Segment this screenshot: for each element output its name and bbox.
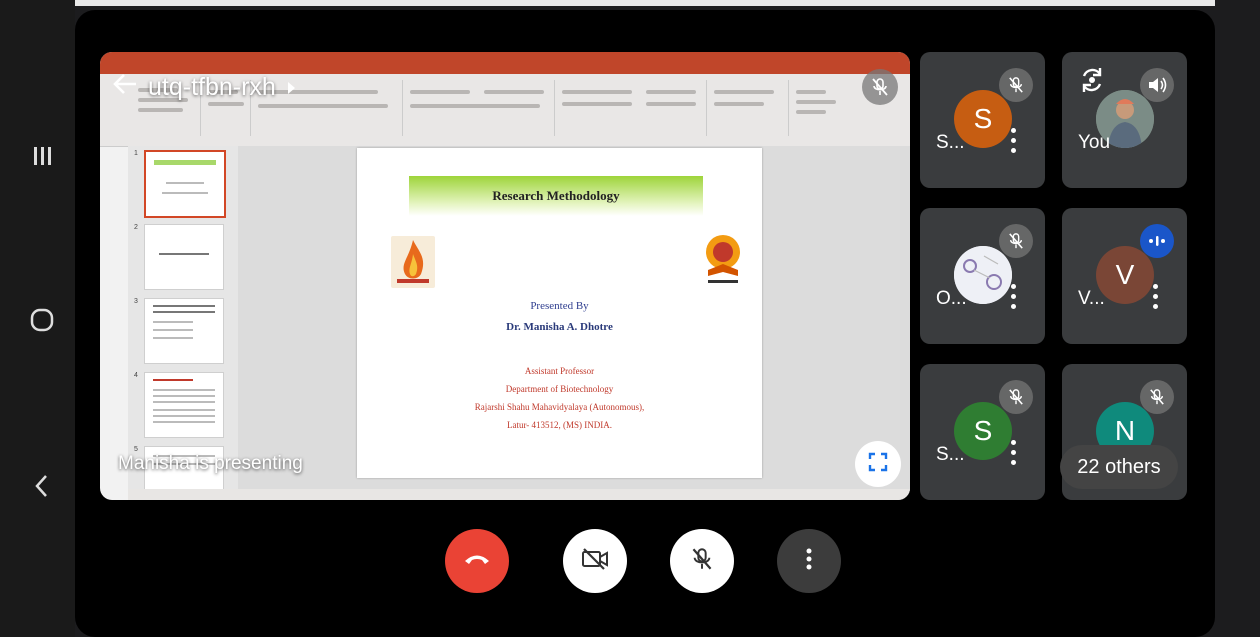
slide-role: Assistant Professor xyxy=(524,366,595,376)
slide-title: Research Methodology xyxy=(492,188,620,203)
participant-tile[interactable]: V V... xyxy=(1062,208,1187,344)
chevron-right-icon[interactable] xyxy=(286,73,296,102)
avatar-initial: S xyxy=(973,415,993,446)
mic-off-icon xyxy=(999,68,1033,102)
avatar-initial: V xyxy=(1115,259,1135,290)
powerpoint-status-bar xyxy=(128,489,910,500)
mic-off-icon xyxy=(862,69,898,105)
fullscreen-button[interactable] xyxy=(855,441,901,487)
participant-name: You xyxy=(1078,132,1111,153)
mic-off-icon xyxy=(999,380,1033,414)
slide-thumbnail[interactable] xyxy=(144,224,224,290)
system-back-icon[interactable] xyxy=(22,466,62,506)
arrow-left-icon[interactable] xyxy=(112,72,138,103)
slide-thumbnail[interactable] xyxy=(144,150,226,218)
mic-off-icon xyxy=(1140,380,1174,414)
participant-tile[interactable]: O... xyxy=(920,208,1045,344)
others-count-badge[interactable]: 22 others xyxy=(1060,445,1178,489)
slide-thumbnail[interactable] xyxy=(144,298,224,364)
participant-name: V... xyxy=(1078,288,1105,309)
fullscreen-icon xyxy=(868,452,888,477)
more-vert-icon[interactable] xyxy=(1011,440,1017,468)
presenting-label: Manisha is presenting xyxy=(118,453,303,474)
slide-college: Rajarshi Shahu Mahavidyalaya (Autonomous… xyxy=(474,402,645,412)
participant-name: S... xyxy=(936,444,965,465)
participant-tile[interactable]: S S... xyxy=(920,52,1045,188)
audio-level-icon xyxy=(1140,224,1174,258)
right-edge xyxy=(1215,0,1260,637)
slide-author: Dr. Manisha A. Dhotre xyxy=(506,321,613,333)
more-options-button[interactable] xyxy=(777,529,841,593)
presentation-tile[interactable]: 1 2 3 4 5 Research Methodology Presented… xyxy=(100,52,910,500)
more-vert-icon[interactable] xyxy=(1153,284,1159,312)
participant-tile-self[interactable]: You xyxy=(1062,52,1187,188)
mic-off-icon xyxy=(999,224,1033,258)
slide-presented-by: Presented By xyxy=(530,300,589,312)
meeting-code[interactable]: utq-tfbn-rxh xyxy=(148,73,276,102)
slide-canvas: Research Methodology Presented By Dr. Ma… xyxy=(357,148,762,478)
participant-name: O... xyxy=(936,288,967,309)
participant-name: S... xyxy=(936,132,965,153)
home-icon[interactable] xyxy=(22,300,62,340)
phone-hangup-icon xyxy=(463,552,491,571)
video-off-icon xyxy=(580,547,610,576)
mic-toggle-button[interactable] xyxy=(670,529,734,593)
system-nav-bar xyxy=(0,0,75,637)
slide-title-banner: Research Methodology xyxy=(409,176,703,216)
slide-address: Latur- 413512, (MS) INDIA. xyxy=(506,420,613,430)
recent-apps-icon[interactable] xyxy=(22,136,62,176)
end-call-button[interactable] xyxy=(445,529,509,593)
slide-thumbnail[interactable] xyxy=(144,372,224,438)
camera-toggle-button[interactable] xyxy=(563,529,627,593)
top-divider xyxy=(75,0,1215,6)
participant-tile[interactable]: S S... xyxy=(920,364,1045,500)
flip-camera-icon[interactable] xyxy=(1078,66,1106,99)
powerpoint-title-bar xyxy=(100,52,910,74)
college-logo-left xyxy=(391,236,435,288)
college-logo-right xyxy=(700,232,746,288)
volume-icon[interactable] xyxy=(1140,68,1174,102)
slide-thumbnail-pane: 1 2 3 4 5 xyxy=(128,146,238,500)
meeting-header: utq-tfbn-rxh xyxy=(112,72,296,103)
more-vert-icon[interactable] xyxy=(1011,284,1017,312)
avatar-initial: S xyxy=(973,103,993,134)
more-vert-icon xyxy=(806,547,812,576)
avatar-initial: N xyxy=(1114,415,1136,446)
more-vert-icon[interactable] xyxy=(1011,128,1017,156)
mic-off-icon xyxy=(691,546,713,577)
slide-department: Department of Biotechnology xyxy=(505,384,614,394)
